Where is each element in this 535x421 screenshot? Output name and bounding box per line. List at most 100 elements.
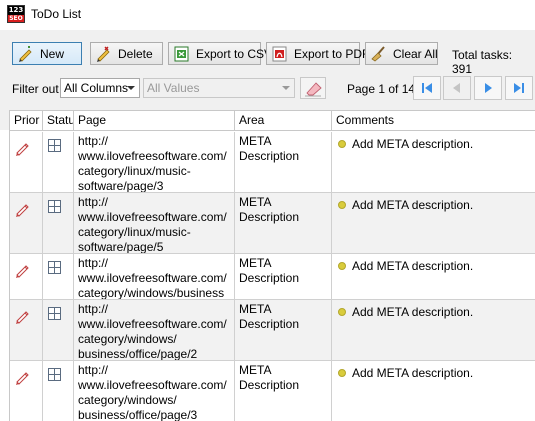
chevron-down-icon [282, 86, 290, 90]
header-priority[interactable]: Prior [10, 111, 43, 131]
area-line: META [239, 302, 272, 316]
area-cell: META Description [235, 361, 332, 421]
priority-cell[interactable] [10, 361, 43, 421]
area-line: META [239, 363, 272, 377]
area-cell: META Description [235, 132, 332, 192]
export-csv-label: Export to CSV [196, 46, 273, 61]
page-line: http:// [78, 256, 109, 270]
area-line: META [239, 134, 272, 148]
first-page-button[interactable] [413, 76, 441, 100]
area-cell: META Description [235, 300, 332, 360]
export-csv-button[interactable]: Export to CSV [168, 42, 272, 65]
total-tasks-count: Total tasks: 391 [452, 48, 513, 76]
status-dot-icon [338, 262, 346, 270]
status-cell[interactable] [43, 193, 74, 253]
page-line: business/office/page/3 [78, 408, 198, 421]
page-line: www.ilovefreesoftware.com/ [78, 378, 227, 392]
chevron-down-icon [127, 86, 135, 90]
area-line: Description [239, 271, 300, 285]
filter-values-select[interactable]: All Values [143, 78, 295, 98]
first-page-icon [422, 83, 432, 93]
priority-pencil-icon [16, 204, 29, 217]
page-line: www.ilovefreesoftware.com/ [78, 271, 227, 285]
priority-pencil-icon [16, 372, 29, 385]
status-cell[interactable] [43, 132, 74, 192]
page-line: www.ilovefreesoftware.com/ [78, 317, 227, 331]
comment-cell: Add META description. [332, 300, 535, 360]
status-cell[interactable] [43, 300, 74, 360]
area-line: META [239, 195, 272, 209]
status-dot-icon [338, 308, 346, 316]
page-line: category/windows/business [78, 286, 225, 299]
page-indicator: Page 1 of 14 [347, 82, 416, 96]
delete-label: Delete [118, 46, 153, 61]
status-grid-icon [48, 307, 61, 320]
priority-cell[interactable] [10, 254, 43, 299]
previous-page-button[interactable] [443, 76, 471, 100]
filter-column-select[interactable]: All Columns [60, 78, 140, 98]
filter-label: Filter out [12, 82, 59, 96]
page-line: software/page/5 [78, 240, 164, 253]
area-cell: META Description [235, 193, 332, 253]
status-grid-icon [48, 139, 61, 152]
priority-cell[interactable] [10, 193, 43, 253]
export-pdf-button[interactable]: Export to PDF [266, 42, 369, 65]
page-line: software/page/3 [78, 179, 164, 192]
page-line: category/windows/ [78, 332, 177, 346]
status-dot-icon [338, 201, 346, 209]
csv-file-icon [173, 46, 191, 62]
page-line: www.ilovefreesoftware.com/ [78, 210, 227, 224]
page-line: http:// [78, 302, 109, 316]
filter-column-value: All Columns [64, 81, 129, 95]
header-area[interactable]: Area [235, 111, 332, 131]
table-row[interactable]: http:// www.ilovefreesoftware.com/ categ… [10, 193, 535, 254]
export-pdf-label: Export to PDF [294, 46, 370, 61]
page-line: business/office/page/2 [78, 347, 198, 360]
new-button[interactable]: New [12, 42, 82, 65]
status-grid-icon [48, 200, 61, 213]
status-cell[interactable] [43, 361, 74, 421]
clear-all-button[interactable]: Clear All [365, 42, 438, 65]
status-dot-icon [338, 140, 346, 148]
delete-pencil-icon [95, 45, 113, 62]
table-row[interactable]: http:// www.ilovefreesoftware.com/ categ… [10, 361, 535, 421]
table-header: Prior Statu Page Area Comments [10, 111, 535, 131]
area-line: META [239, 256, 272, 270]
clear-filter-button[interactable] [300, 77, 326, 99]
last-page-icon [514, 83, 524, 93]
last-page-button[interactable] [505, 76, 533, 100]
area-line: Description [239, 210, 300, 224]
table-row[interactable]: http:// www.ilovefreesoftware.com/ categ… [10, 300, 535, 361]
comment-cell: Add META description. [332, 193, 535, 253]
page-line: category/windows/ [78, 393, 177, 407]
status-cell[interactable] [43, 254, 74, 299]
header-page[interactable]: Page [74, 111, 235, 131]
next-page-button[interactable] [474, 76, 502, 100]
comment-text: Add META description. [352, 366, 474, 380]
priority-cell[interactable] [10, 300, 43, 360]
header-comments[interactable]: Comments [332, 111, 535, 131]
table-row[interactable]: http:// www.ilovefreesoftware.com/ categ… [10, 132, 535, 193]
comment-text: Add META description. [352, 305, 474, 319]
window-title: ToDo List [31, 7, 82, 21]
priority-pencil-icon [16, 311, 29, 324]
page-line: http:// [78, 134, 109, 148]
next-page-icon [485, 83, 492, 93]
page-line: http:// [78, 195, 109, 209]
page-cell: http:// www.ilovefreesoftware.com/ categ… [74, 193, 235, 253]
previous-page-icon [453, 83, 460, 93]
area-line: Description [239, 149, 300, 163]
delete-button[interactable]: Delete [90, 42, 163, 65]
page-cell: http:// www.ilovefreesoftware.com/ categ… [74, 300, 235, 360]
header-status[interactable]: Statu [43, 111, 74, 131]
table-row[interactable]: http:// www.ilovefreesoftware.com/ categ… [10, 254, 535, 300]
status-grid-icon [48, 261, 61, 274]
page-cell: http:// www.ilovefreesoftware.com/ categ… [74, 361, 235, 421]
page-cell: http:// www.ilovefreesoftware.com/ categ… [74, 132, 235, 192]
page-line: category/linux/music- [78, 225, 191, 239]
page-line: www.ilovefreesoftware.com/ [78, 149, 227, 163]
comment-text: Add META description. [352, 137, 474, 151]
new-pencil-icon [17, 45, 35, 62]
priority-cell[interactable] [10, 132, 43, 192]
priority-pencil-icon [16, 265, 29, 278]
